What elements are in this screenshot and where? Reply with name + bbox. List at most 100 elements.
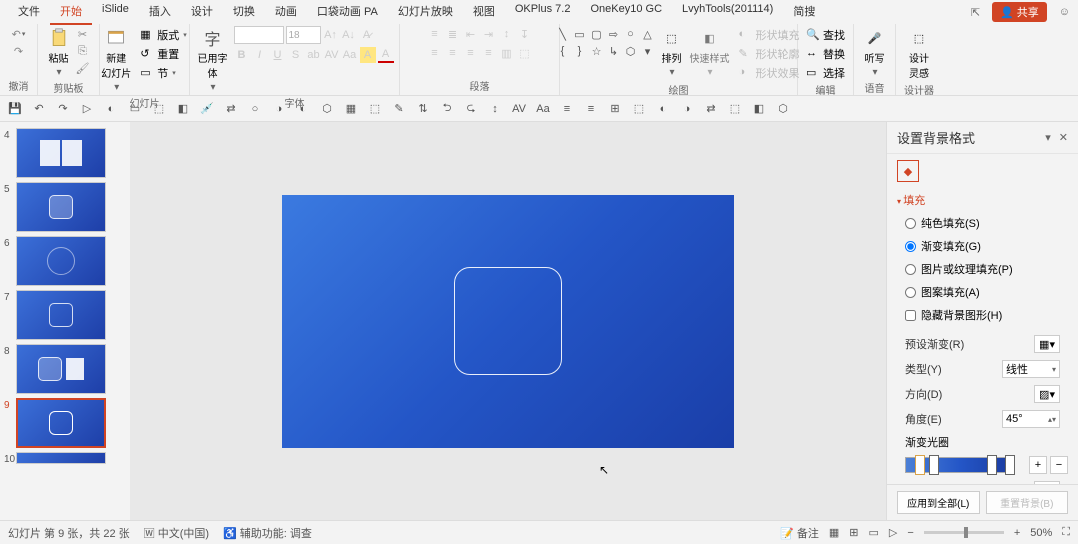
undo-button[interactable]: ↶▾ <box>11 26 27 42</box>
quick-styles-button[interactable]: ◧快速样式▾ <box>688 26 732 80</box>
justify-icon[interactable]: ≡ <box>481 45 497 61</box>
shape-fill-button[interactable]: ◐形状填充 <box>736 26 803 44</box>
tab-jiansou[interactable]: 简搜 <box>783 0 825 25</box>
shrink-font-icon[interactable]: A↓ <box>341 27 357 43</box>
reset-button[interactable]: ↺重置 <box>137 45 190 63</box>
strike-button[interactable]: S <box>288 47 304 63</box>
share-button[interactable]: 👤共享 <box>992 2 1047 22</box>
thumb-5[interactable] <box>16 182 106 232</box>
shapes-gallery[interactable]: ╲▭▢⇨○△ {}☆↳⬡▾ <box>555 26 656 59</box>
fill-section-header[interactable]: 填充 <box>887 188 1078 212</box>
panel-close-icon[interactable]: ✕ <box>1059 131 1068 144</box>
qat-undo-icon[interactable]: ↶ <box>30 100 48 118</box>
preset-gradient-dropdown[interactable]: ▦▾ <box>1034 335 1060 353</box>
slideshow-view-icon[interactable]: ▷ <box>889 526 897 539</box>
pattern-fill-radio[interactable]: 图案填充(A) <box>897 283 1068 301</box>
tab-transition[interactable]: 切换 <box>223 0 265 25</box>
columns-icon[interactable]: ▥ <box>499 45 515 61</box>
shape-more2-icon[interactable]: ▾ <box>640 43 656 59</box>
remove-stop-icon[interactable]: − <box>1050 456 1068 474</box>
case-icon[interactable]: Aa <box>342 47 358 63</box>
qat-play-icon[interactable]: ▷ <box>78 100 96 118</box>
shape-arrow-icon[interactable]: ⇨ <box>606 26 622 42</box>
copy-icon[interactable]: ⎘ <box>75 43 91 59</box>
align-center-icon[interactable]: ≡ <box>445 45 461 61</box>
shape-oval-icon[interactable]: ○ <box>623 26 639 42</box>
tab-view[interactable]: 视图 <box>463 0 505 25</box>
italic-button[interactable]: I <box>252 47 268 63</box>
underline-button[interactable]: U <box>270 47 286 63</box>
sorter-view-icon[interactable]: ⊞ <box>849 526 858 539</box>
align-right-icon[interactable]: ≡ <box>463 45 479 61</box>
panel-dropdown-icon[interactable]: ▾ <box>1045 131 1051 144</box>
gradient-fill-radio[interactable]: 渐变填充(G) <box>897 237 1068 255</box>
tab-pa[interactable]: 口袋动画 PA <box>307 0 388 25</box>
tab-file[interactable]: 文件 <box>8 0 50 25</box>
align-left-icon[interactable]: ≡ <box>427 45 443 61</box>
shape-tri-icon[interactable]: △ <box>640 26 656 42</box>
current-slide[interactable] <box>282 195 734 448</box>
cut-icon[interactable]: ✂ <box>75 26 91 42</box>
line-spacing-icon[interactable]: ↕ <box>499 26 515 42</box>
redo-button[interactable]: ↷ <box>11 43 27 59</box>
bullets-icon[interactable]: ≡ <box>427 26 443 42</box>
accessibility-status[interactable]: ♿ 辅助功能: 调查 <box>223 525 312 541</box>
zoom-level[interactable]: 50% <box>1030 527 1052 539</box>
thumb-6[interactable] <box>16 236 106 286</box>
fill-category-icon[interactable]: ◆ <box>897 160 919 182</box>
direction-dropdown[interactable]: ▨▾ <box>1034 385 1060 403</box>
slide-thumbnails[interactable]: 4 5 6 7 8 9 10 <box>0 122 130 520</box>
qat-i22[interactable]: ⬚ <box>630 100 648 118</box>
picture-fill-radio[interactable]: 图片或纹理填充(P) <box>897 260 1068 278</box>
thumb-10[interactable] <box>16 452 106 464</box>
reset-bg-button[interactable]: 重置背景(B) <box>986 491 1069 514</box>
shape-more1-icon[interactable]: ⬡ <box>623 43 639 59</box>
zoom-in-icon[interactable]: + <box>1014 527 1020 539</box>
shape-connector-icon[interactable]: ↳ <box>606 43 622 59</box>
indent-inc-icon[interactable]: ⇥ <box>481 26 497 42</box>
qat-i26[interactable]: ⬚ <box>726 100 744 118</box>
clear-format-icon[interactable]: A̷ <box>359 27 375 43</box>
new-slide-button[interactable]: 新建 幻灯片▾ <box>99 26 133 95</box>
qat-i28[interactable]: ⬡ <box>774 100 792 118</box>
tab-slideshow[interactable]: 幻灯片放映 <box>388 0 463 25</box>
tab-design[interactable]: 设计 <box>181 0 223 25</box>
qat-i18[interactable]: Aa <box>534 100 552 118</box>
add-stop-icon[interactable]: + <box>1029 456 1047 474</box>
qat-i20[interactable]: ≡ <box>582 100 600 118</box>
text-direction-icon[interactable]: ↧ <box>517 26 533 42</box>
bold-button[interactable]: B <box>234 47 250 63</box>
layout-button[interactable]: ▦版式▾ <box>137 26 190 44</box>
tab-home[interactable]: 开始 <box>50 0 92 25</box>
design-ideas-button[interactable]: ⬚设计 灵感 <box>907 26 931 82</box>
paste-button[interactable]: 粘贴▾ <box>47 26 71 80</box>
qat-i13[interactable]: ⇅ <box>414 100 432 118</box>
hide-bg-checkbox[interactable]: 隐藏背景图形(H) <box>897 306 1068 324</box>
qat-i24[interactable]: ◑ <box>678 100 696 118</box>
qat-i25[interactable]: ⇄ <box>702 100 720 118</box>
qat-redo-icon[interactable]: ↷ <box>54 100 72 118</box>
gradient-type-dropdown[interactable]: 线性▾ <box>1002 360 1060 378</box>
numbering-icon[interactable]: ≣ <box>445 26 461 42</box>
spacing-icon[interactable]: AV <box>324 47 340 63</box>
shape-lbrace-icon[interactable]: { <box>555 43 571 59</box>
solid-fill-radio[interactable]: 纯色填充(S) <box>897 214 1068 232</box>
thumb-4[interactable] <box>16 128 106 178</box>
font-color-icon[interactable]: A <box>378 47 394 63</box>
font-size-input[interactable] <box>286 26 321 44</box>
used-fonts-button[interactable]: 字 已用字 体▾ <box>196 26 230 95</box>
arrange-button[interactable]: ⬚排列▾ <box>660 26 684 80</box>
tab-lvyh[interactable]: LvyhTools(201114) <box>672 0 783 25</box>
ribbon-options-icon[interactable]: ⇱ <box>971 6 980 19</box>
tab-okplus[interactable]: OKPlus 7.2 <box>505 0 581 25</box>
tab-onekey[interactable]: OneKey10 GC <box>580 0 672 25</box>
smiley-icon[interactable]: ☺ <box>1059 6 1070 18</box>
notes-button[interactable]: 📝 备注 <box>780 525 819 541</box>
qat-i17[interactable]: AV <box>510 100 528 118</box>
zoom-out-icon[interactable]: − <box>907 527 913 539</box>
highlight-icon[interactable]: A <box>360 47 376 63</box>
angle-input[interactable]: 45°▴▾ <box>1002 410 1060 428</box>
qat-i21[interactable]: ⊞ <box>606 100 624 118</box>
qat-i23[interactable]: ◐ <box>654 100 672 118</box>
normal-view-icon[interactable]: ▦ <box>829 526 839 539</box>
